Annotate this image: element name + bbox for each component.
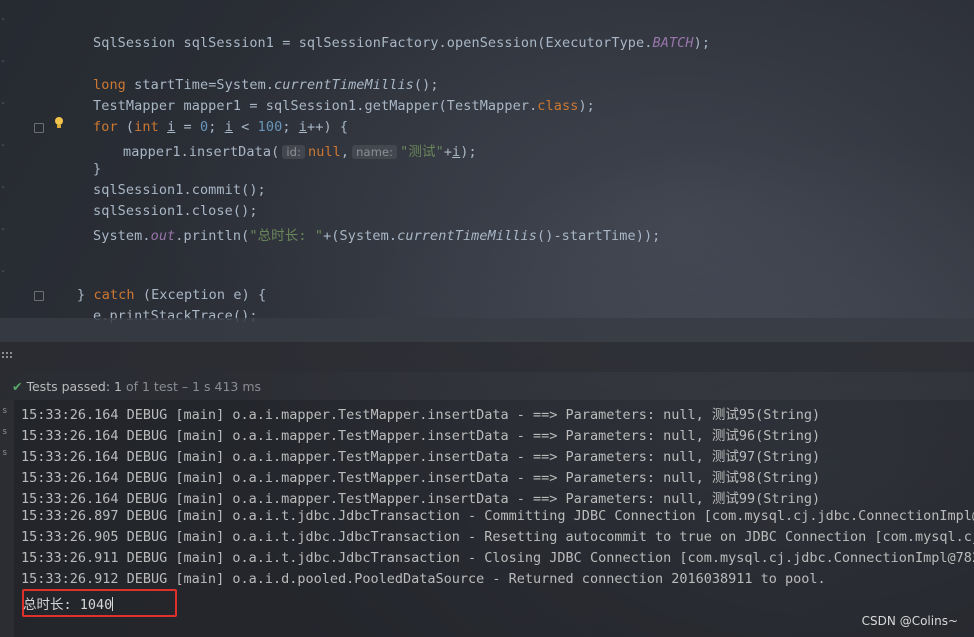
code-editor[interactable]: - - - - - - - SqlSession sqlSession1 = s… — [0, 0, 974, 324]
run-panel-header — [0, 342, 974, 372]
code-line-start-time: long startTime=System.currentTimeMillis(… — [93, 77, 439, 93]
gutter-mark: - — [0, 14, 7, 25]
code-line-commit: sqlSession1.commit(); — [93, 182, 266, 198]
check-icon: ✔ — [12, 379, 23, 394]
toolbar-icon[interactable]: s — [2, 406, 7, 416]
fold-icon[interactable] — [34, 291, 44, 301]
console-line: 15:33:26.911 DEBUG [main] o.a.i.t.jdbc.J… — [21, 550, 974, 566]
test-status-detail: of 1 test – 1 s 413 ms — [125, 379, 262, 394]
code-line-insert-data: mapper1.insertData(id: null, name: "测试"+i); — [123, 144, 477, 160]
param-hint-name: name: — [352, 145, 398, 159]
toolbar-icon[interactable]: s — [2, 427, 7, 437]
gutter-mark: - — [0, 56, 7, 67]
param-hint-id: id: — [282, 145, 305, 159]
console-line: 15:33:26.164 DEBUG [main] o.a.i.mapper.T… — [21, 491, 821, 507]
code-line-open-session: SqlSession sqlSession1 = sqlSessionFacto… — [93, 35, 711, 51]
total-duration-output: 总时长: 1040 — [23, 597, 114, 613]
console-line: 15:33:26.164 DEBUG [main] o.a.i.mapper.T… — [21, 449, 821, 465]
code-line-println: System.out.println("总时长: "+(System.curre… — [93, 228, 661, 244]
code-line-catch: } catch (Exception e) { — [77, 287, 267, 303]
console-toolbar: s s s — [0, 400, 14, 637]
test-status-count: 1 — [114, 379, 122, 394]
console-line: 15:33:26.164 DEBUG [main] o.a.i.mapper.T… — [21, 470, 821, 486]
code-line-get-mapper: TestMapper mapper1 = sqlSession1.getMapp… — [93, 98, 595, 114]
toolbar-icon[interactable]: s — [2, 448, 7, 458]
console-line: 15:33:26.912 DEBUG [main] o.a.i.d.pooled… — [21, 571, 826, 587]
console-line: 15:33:26.164 DEBUG [main] o.a.i.mapper.T… — [21, 428, 821, 444]
code-line-close: sqlSession1.close(); — [93, 203, 258, 219]
console-line: 15:33:26.905 DEBUG [main] o.a.i.t.jdbc.J… — [21, 529, 974, 545]
code-line-for-loop: for (int i = 0; i < 100; i++) { — [93, 119, 349, 135]
test-status-label: Tests passed: — [26, 379, 111, 394]
gutter-mark: - — [0, 266, 7, 277]
test-status: ✔ Tests passed: 1 of 1 test – 1 s 413 ms — [12, 379, 261, 394]
text-cursor — [112, 597, 114, 611]
fold-icon[interactable] — [34, 123, 44, 133]
gutter-mark: - — [0, 182, 7, 193]
drag-handle-icon[interactable] — [2, 352, 14, 362]
line-number-gutter: - - - - - - - — [0, 0, 22, 318]
gutter-mark: - — [0, 140, 7, 151]
gutter-mark: - — [0, 224, 7, 235]
lightbulb-icon[interactable] — [54, 117, 64, 129]
gutter-mark: - — [0, 98, 7, 109]
console-line: 15:33:26.164 DEBUG [main] o.a.i.mapper.T… — [21, 407, 821, 423]
panel-divider[interactable] — [0, 318, 974, 342]
watermark: CSDN @Colins~ — [861, 614, 958, 628]
code-line-close-brace: } — [93, 161, 102, 177]
console-line: 15:33:26.897 DEBUG [main] o.a.i.t.jdbc.J… — [21, 508, 974, 524]
